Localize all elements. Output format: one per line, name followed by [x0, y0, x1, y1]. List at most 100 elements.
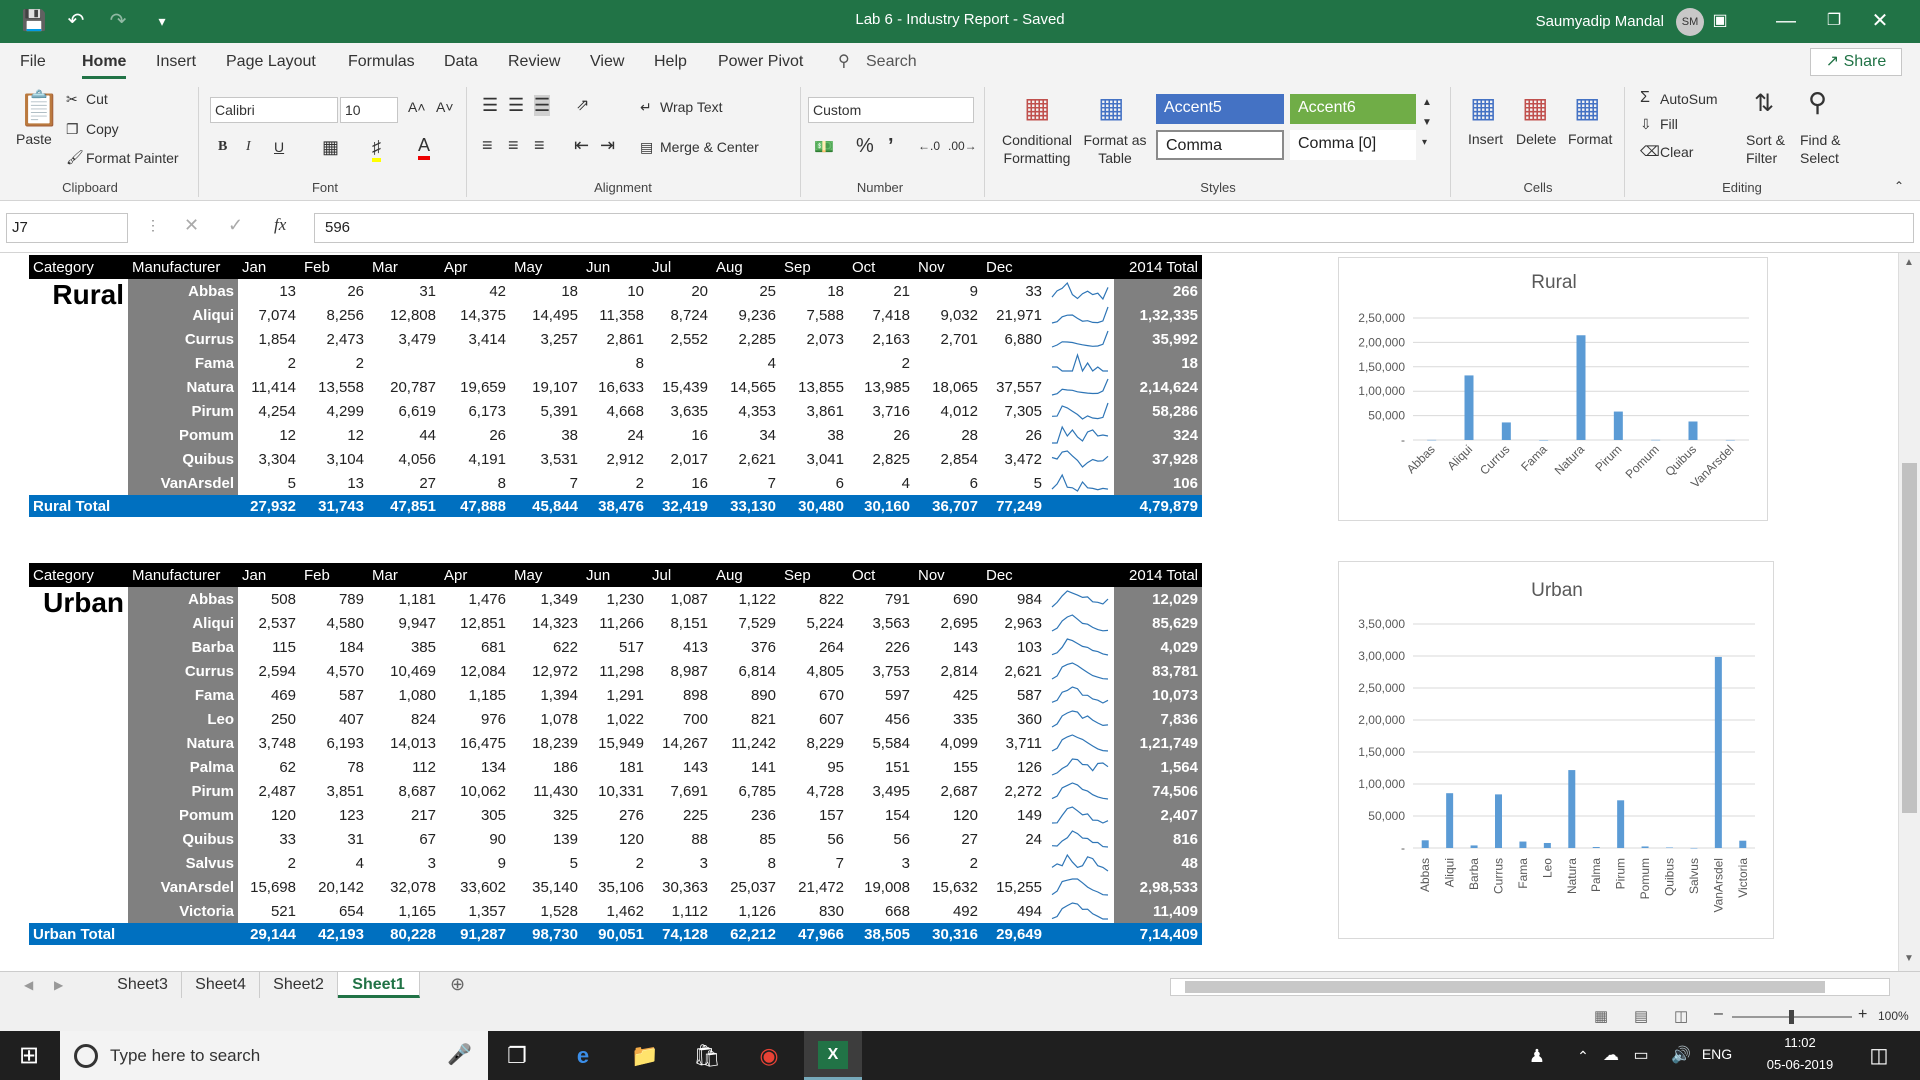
sparkline-cell[interactable] — [1046, 447, 1114, 471]
restore-icon[interactable]: ❐ — [1820, 8, 1848, 34]
value-cell[interactable]: 9,236 — [712, 303, 780, 327]
value-cell[interactable]: 236 — [712, 803, 780, 827]
vertical-scrollbar[interactable]: ▲ ▼ — [1898, 253, 1920, 971]
format-cells-icon[interactable]: ▦ — [1574, 91, 1600, 124]
value-cell[interactable]: 18 — [780, 279, 848, 303]
value-cell[interactable]: 3,041 — [780, 447, 848, 471]
align-right-icon[interactable]: ≡ — [534, 135, 545, 156]
bar[interactable] — [1651, 439, 1661, 441]
value-cell[interactable]: 587 — [300, 683, 368, 707]
bar[interactable] — [1421, 840, 1429, 848]
number-format-select[interactable]: Custom — [808, 97, 974, 123]
value-cell[interactable]: 9 — [914, 279, 982, 303]
value-cell[interactable]: 9,032 — [914, 303, 982, 327]
value-cell[interactable]: 7 — [780, 851, 848, 875]
more-options-icon[interactable]: ⋮ — [146, 217, 160, 234]
value-cell[interactable]: 26 — [848, 423, 914, 447]
month-total-cell[interactable]: 47,966 — [780, 923, 848, 945]
value-cell[interactable]: 10 — [582, 279, 648, 303]
month-header[interactable]: Feb — [300, 255, 368, 279]
sheet-tab-sheet3[interactable]: Sheet3 — [104, 972, 182, 998]
italic-button[interactable]: I — [246, 139, 251, 155]
bar[interactable] — [1427, 439, 1437, 441]
bar[interactable] — [1688, 421, 1698, 440]
value-cell[interactable]: 226 — [848, 635, 914, 659]
sparkline-cell[interactable] — [1046, 587, 1114, 611]
tab-view[interactable]: View — [590, 51, 624, 79]
bar[interactable] — [1464, 375, 1474, 440]
value-cell[interactable]: 7,418 — [848, 303, 914, 327]
value-cell[interactable]: 85 — [712, 827, 780, 851]
manufacturer-cell[interactable]: Fama — [128, 683, 238, 707]
value-cell[interactable]: 5,391 — [510, 399, 582, 423]
value-cell[interactable]: 2,912 — [582, 447, 648, 471]
value-cell[interactable]: 3,753 — [848, 659, 914, 683]
value-cell[interactable]: 38 — [510, 423, 582, 447]
notification-center-icon[interactable]: ◫ — [1862, 1039, 1896, 1073]
value-cell[interactable]: 24 — [982, 827, 1046, 851]
value-cell[interactable]: 4,580 — [300, 611, 368, 635]
sort-filter-icon[interactable]: ⇅ — [1754, 89, 1774, 118]
row-total-cell[interactable]: 2,14,624 — [1114, 375, 1202, 399]
value-cell[interactable]: 2,814 — [914, 659, 982, 683]
month-total-cell[interactable]: 91,287 — [440, 923, 510, 945]
value-cell[interactable]: 90 — [440, 827, 510, 851]
collapse-ribbon-icon[interactable]: ⌃ — [1894, 179, 1904, 193]
value-cell[interactable]: 10,062 — [440, 779, 510, 803]
value-cell[interactable]: 4 — [712, 351, 780, 375]
value-cell[interactable]: 1,078 — [510, 707, 582, 731]
value-cell[interactable]: 225 — [648, 803, 712, 827]
formula-input[interactable]: 596 — [314, 213, 1914, 243]
manufacturer-cell[interactable]: Leo — [128, 707, 238, 731]
value-cell[interactable]: 13 — [300, 471, 368, 495]
minimize-icon[interactable]: — — [1772, 8, 1800, 34]
format-cells-button[interactable]: Format — [1568, 131, 1612, 147]
tab-insert[interactable]: Insert — [156, 51, 196, 79]
value-cell[interactable]: 95 — [780, 755, 848, 779]
month-header[interactable]: Jun — [582, 255, 648, 279]
task-view-icon[interactable]: ❐ — [500, 1039, 534, 1073]
align-bottom-icon[interactable]: ☰ — [534, 95, 551, 116]
value-cell[interactable]: 4,056 — [368, 447, 440, 471]
value-cell[interactable]: 1,126 — [712, 899, 780, 923]
value-cell[interactable]: 407 — [300, 707, 368, 731]
value-cell[interactable]: 3,861 — [780, 399, 848, 423]
month-total-cell[interactable]: 29,649 — [982, 923, 1046, 945]
value-cell[interactable]: 27 — [368, 471, 440, 495]
merge-icon[interactable]: ▤ — [640, 139, 653, 156]
value-cell[interactable]: 120 — [238, 803, 300, 827]
new-sheet-icon[interactable]: ⊕ — [450, 974, 465, 995]
row-total-cell[interactable]: 83,781 — [1114, 659, 1202, 683]
value-cell[interactable]: 2,487 — [238, 779, 300, 803]
sparkline-cell[interactable] — [1046, 659, 1114, 683]
value-cell[interactable]: 7 — [510, 471, 582, 495]
month-total-cell[interactable]: 74,128 — [648, 923, 712, 945]
bar[interactable] — [1470, 845, 1478, 848]
value-cell[interactable]: 587 — [982, 683, 1046, 707]
sparkline-cell[interactable] — [1046, 375, 1114, 399]
value-cell[interactable]: 56 — [848, 827, 914, 851]
total-spark-cell[interactable] — [1046, 495, 1114, 517]
value-cell[interactable]: 2 — [848, 351, 914, 375]
value-cell[interactable]: 360 — [982, 707, 1046, 731]
value-cell[interactable] — [780, 351, 848, 375]
zoom-out-icon[interactable]: – — [1714, 1005, 1723, 1023]
month-header[interactable]: Nov — [914, 255, 982, 279]
month-total-cell[interactable]: 98,730 — [510, 923, 582, 945]
value-cell[interactable]: 3,304 — [238, 447, 300, 471]
row-total-cell[interactable]: 2,98,533 — [1114, 875, 1202, 899]
value-cell[interactable]: 521 — [238, 899, 300, 923]
month-total-cell[interactable]: 29,144 — [238, 923, 300, 945]
month-header[interactable]: Aug — [712, 563, 780, 587]
page-break-view-icon[interactable]: ◫ — [1674, 1007, 1688, 1025]
value-cell[interactable]: 18,065 — [914, 375, 982, 399]
value-cell[interactable] — [368, 351, 440, 375]
value-cell[interactable]: 20,787 — [368, 375, 440, 399]
value-cell[interactable] — [440, 351, 510, 375]
value-cell[interactable]: 3,531 — [510, 447, 582, 471]
value-cell[interactable]: 3,563 — [848, 611, 914, 635]
font-size-select[interactable]: 10 — [340, 97, 398, 123]
value-cell[interactable]: 821 — [712, 707, 780, 731]
value-cell[interactable]: 181 — [582, 755, 648, 779]
sheet-tab-sheet2[interactable]: Sheet2 — [260, 972, 338, 998]
